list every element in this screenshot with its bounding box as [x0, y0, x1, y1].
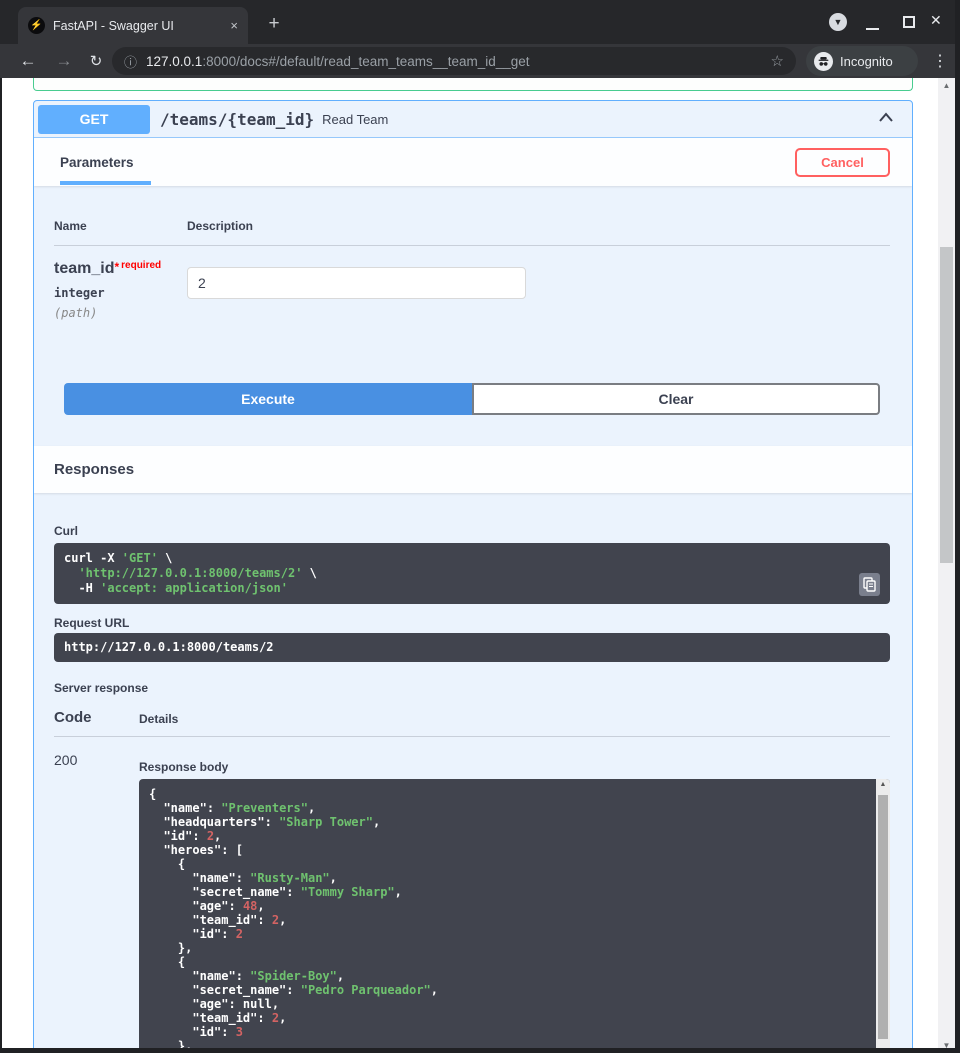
code-column-header: Code: [54, 709, 139, 726]
maximize-button[interactable]: [903, 16, 915, 28]
request-url-value: http://127.0.0.1:8000/teams/2: [64, 641, 880, 654]
response-scrollbar-thumb[interactable]: [878, 795, 888, 1039]
required-label: required: [121, 260, 161, 271]
lightning-bolt-icon: ⚡: [30, 20, 42, 31]
reload-button[interactable]: ↻: [82, 44, 110, 78]
minimize-button[interactable]: [866, 28, 879, 30]
response-details-cell: Response body { "name": "Preventers", "h…: [139, 752, 890, 1053]
description-column-header: Description: [187, 219, 890, 233]
address-bar[interactable]: ⓘ 127.0.0.1:8000/docs#/default/read_team…: [112, 47, 796, 75]
browser-tab[interactable]: ⚡ FastAPI - Swagger UI ×: [18, 7, 248, 44]
incognito-icon: [814, 52, 833, 71]
scroll-up-icon[interactable]: ▲: [876, 781, 890, 788]
parameter-name-cell: team_id*required integer (path): [54, 260, 187, 320]
new-tab-button[interactable]: +: [260, 10, 288, 38]
cancel-button[interactable]: Cancel: [795, 148, 890, 177]
swagger-page: GET /teams/{team_id} Read Team Parameter…: [0, 78, 935, 1053]
responses-title: Responses: [54, 461, 134, 478]
parameters-table: Name Description team_id*required intege…: [34, 186, 912, 320]
forward-button[interactable]: →: [50, 44, 78, 78]
close-tab-icon[interactable]: ×: [230, 18, 238, 33]
clear-button[interactable]: Clear: [472, 383, 880, 415]
opblock-header[interactable]: GET /teams/{team_id} Read Team: [34, 101, 912, 138]
browser-toolbar: ← → ↻ ⓘ 127.0.0.1:8000/docs#/default/rea…: [0, 44, 960, 78]
page-scrollbar-thumb[interactable]: [940, 247, 953, 563]
server-response-label: Server response: [54, 681, 890, 695]
endpoint-path: /teams/{team_id}: [160, 110, 314, 129]
page-scrollbar[interactable]: ▲ ▼: [938, 78, 955, 1053]
request-url-label: Request URL: [54, 616, 890, 630]
get-opblock: GET /teams/{team_id} Read Team Parameter…: [33, 100, 913, 1053]
back-button[interactable]: ←: [14, 44, 42, 78]
previous-opblock-bottom-edge: [33, 78, 913, 91]
response-body-block: { "name": "Preventers", "headquarters": …: [139, 779, 890, 1053]
status-code: 200: [54, 752, 139, 1053]
fastapi-favicon-icon: ⚡: [28, 17, 45, 34]
page-scroll-up-icon[interactable]: ▲: [938, 81, 955, 90]
method-badge: GET: [38, 105, 150, 134]
response-body-json: { "name": "Preventers", "headquarters": …: [139, 779, 890, 1053]
curl-command: curl -X 'GET' \ 'http://127.0.0.1:8000/t…: [64, 551, 856, 596]
responses-body: Curl curl -X 'GET' \ 'http://127.0.0.1:8…: [34, 493, 912, 1053]
endpoint-summary: Read Team: [322, 112, 388, 127]
tab-strip: ⚡ FastAPI - Swagger UI × + ▼ ✕: [0, 0, 960, 44]
window-edge-left: [0, 78, 2, 1053]
site-info-icon[interactable]: ⓘ: [124, 52, 137, 71]
incognito-label: Incognito: [840, 54, 893, 69]
url-path: :8000/docs#/default/read_team_teams__tea…: [202, 54, 529, 69]
parameter-name: team_id*required: [54, 260, 187, 278]
browser-window: ⚡ FastAPI - Swagger UI × + ▼ ✕ ← → ↻ ⓘ 1…: [0, 0, 960, 1053]
incognito-badge: Incognito: [806, 46, 918, 76]
details-column-header: Details: [139, 712, 890, 726]
request-url-block: http://127.0.0.1:8000/teams/2: [54, 633, 890, 662]
menu-kebab-icon[interactable]: ⋮: [926, 47, 954, 75]
responses-section-header: Responses: [34, 446, 912, 493]
bookmark-star-icon[interactable]: ☆: [771, 52, 784, 70]
parameter-description-cell: [187, 260, 890, 320]
url-text[interactable]: 127.0.0.1:8000/docs#/default/read_team_t…: [146, 54, 771, 69]
name-column-header: Name: [54, 219, 187, 233]
url-host: 127.0.0.1: [146, 54, 202, 69]
tab-title: FastAPI - Swagger UI: [53, 19, 224, 33]
parameters-table-headers: Name Description: [54, 219, 890, 246]
parameter-row: team_id*required integer (path): [54, 246, 890, 320]
copy-to-clipboard-button[interactable]: [859, 573, 880, 596]
window-close-button[interactable]: ✕: [930, 12, 942, 29]
parameter-location: (path): [54, 306, 187, 320]
server-response-row: 200 Response body { "name": "Preventers"…: [54, 752, 890, 1053]
response-body-scrollbar[interactable]: ▲: [876, 779, 890, 1053]
parameter-type: integer: [54, 286, 187, 300]
team-id-input[interactable]: [187, 267, 526, 299]
window-edge-right: [955, 0, 960, 1053]
parameters-tab-header: Parameters Cancel: [34, 138, 912, 186]
tab-search-button[interactable]: ▼: [829, 13, 847, 31]
window-edge-bottom: [0, 1048, 960, 1053]
execute-button[interactable]: Execute: [64, 383, 472, 415]
response-body-label: Response body: [139, 760, 890, 774]
curl-label: Curl: [54, 524, 890, 538]
server-response-table-headers: Code Details: [54, 709, 890, 737]
collapse-chevron-icon[interactable]: [876, 107, 896, 132]
tab-parameters[interactable]: Parameters: [60, 140, 144, 185]
execute-wrapper: Execute Clear: [64, 383, 880, 415]
curl-block: curl -X 'GET' \ 'http://127.0.0.1:8000/t…: [54, 543, 890, 604]
required-asterisk: *: [114, 260, 119, 274]
